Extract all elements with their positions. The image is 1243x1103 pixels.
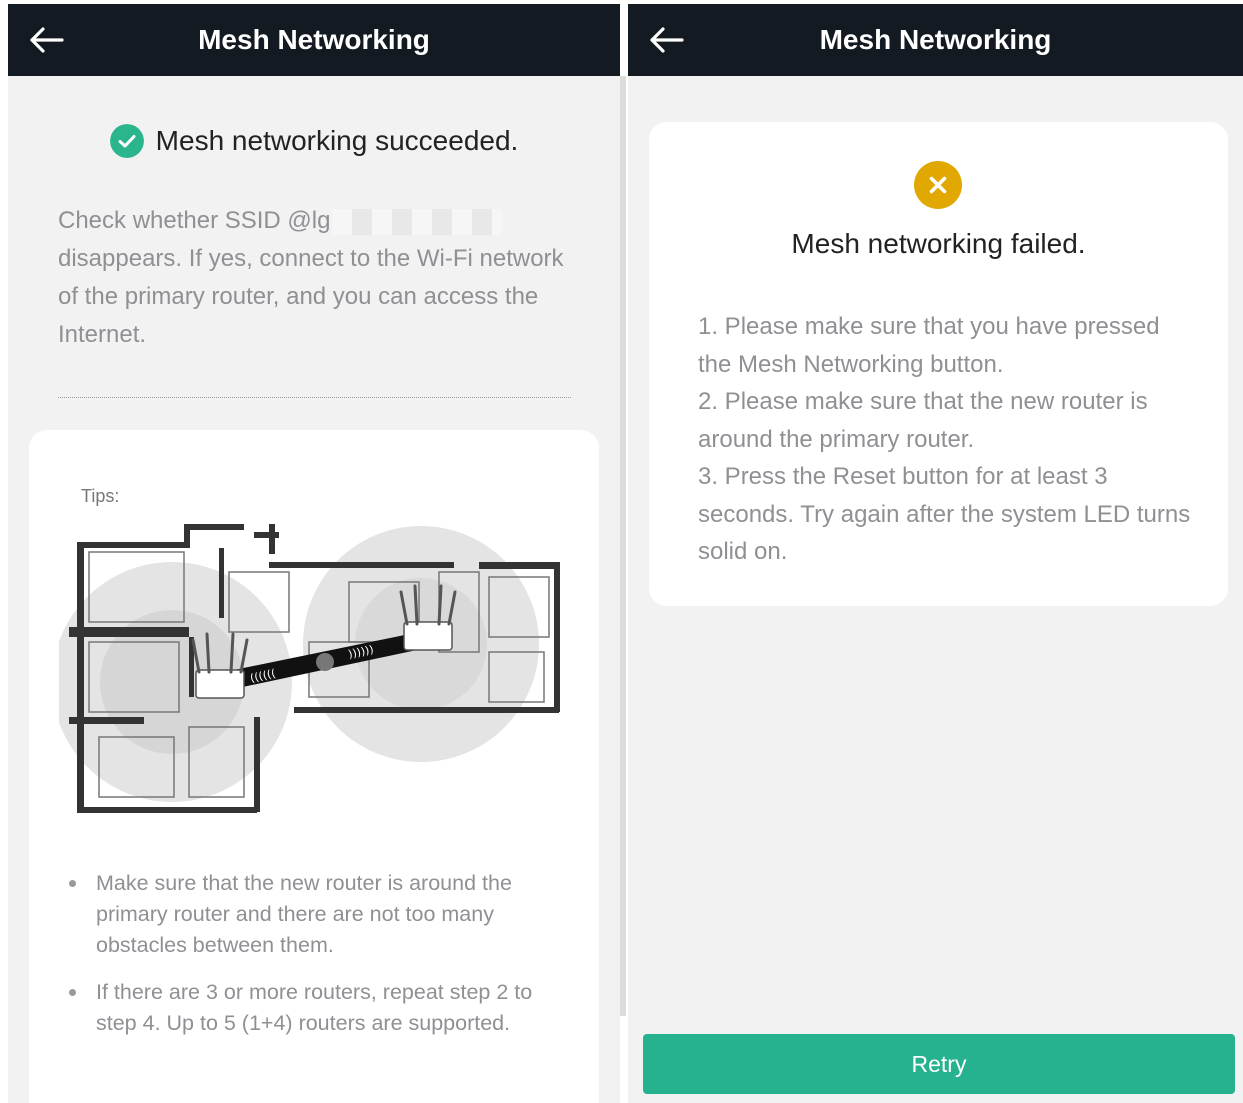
troubleshooting-steps: 1. Please make sure that you have presse… — [698, 308, 1198, 571]
step-item: 3. Press the Reset button for at least 3… — [698, 463, 1191, 565]
ssid-instructions-prefix: Check whether SSID @lg — [58, 207, 331, 234]
mesh-success-screen: Mesh Networking Mesh networking succeede… — [8, 4, 620, 1103]
list-item: If there are 3 or more routers, repeat s… — [69, 977, 569, 1039]
page-title: Mesh Networking — [198, 24, 430, 55]
x-circle-icon — [914, 161, 962, 209]
ssid-redacted — [332, 208, 503, 235]
bullet-icon — [69, 880, 76, 887]
floorplan-illustration: (((((( )))))) — [59, 524, 560, 813]
header-bar: Mesh Networking — [8, 4, 620, 76]
tip-text: Make sure that the new router is around … — [96, 871, 512, 957]
divider — [58, 397, 571, 398]
ssid-instructions-rest: disappears. If yes, connect to the Wi-Fi… — [58, 245, 564, 348]
retry-button[interactable]: Retry — [643, 1034, 1235, 1094]
failure-card: Mesh networking failed. 1. Please make s… — [649, 122, 1228, 606]
bullet-icon — [69, 989, 76, 996]
tips-card: Tips: (((((()))))) Make sure that the n… — [29, 430, 599, 1103]
failure-message: Mesh networking failed. — [791, 228, 1086, 259]
ssid-instructions: Check whether SSID @lg disappears. If ye… — [58, 202, 578, 354]
page-title: Mesh Networking — [819, 24, 1052, 55]
header-bar: Mesh Networking — [628, 4, 1243, 76]
tip-text: If there are 3 or more routers, repeat s… — [96, 980, 533, 1035]
step-item: 2. Please make sure that the new router … — [698, 388, 1148, 453]
mesh-failed-screen: Mesh Networking Mesh networking failed. … — [628, 4, 1243, 1103]
success-status: Mesh networking succeeded. — [8, 124, 620, 158]
scrollbar[interactable] — [620, 76, 626, 1016]
list-item: Make sure that the new router is around … — [69, 868, 569, 961]
check-circle-icon — [109, 124, 144, 158]
step-item: 1. Please make sure that you have presse… — [698, 313, 1160, 378]
panel-divider — [620, 76, 628, 1103]
success-message: Mesh networking succeeded. — [155, 125, 519, 156]
tips-list: Make sure that the new router is around … — [69, 868, 569, 1055]
tips-label: Tips: — [81, 486, 120, 506]
